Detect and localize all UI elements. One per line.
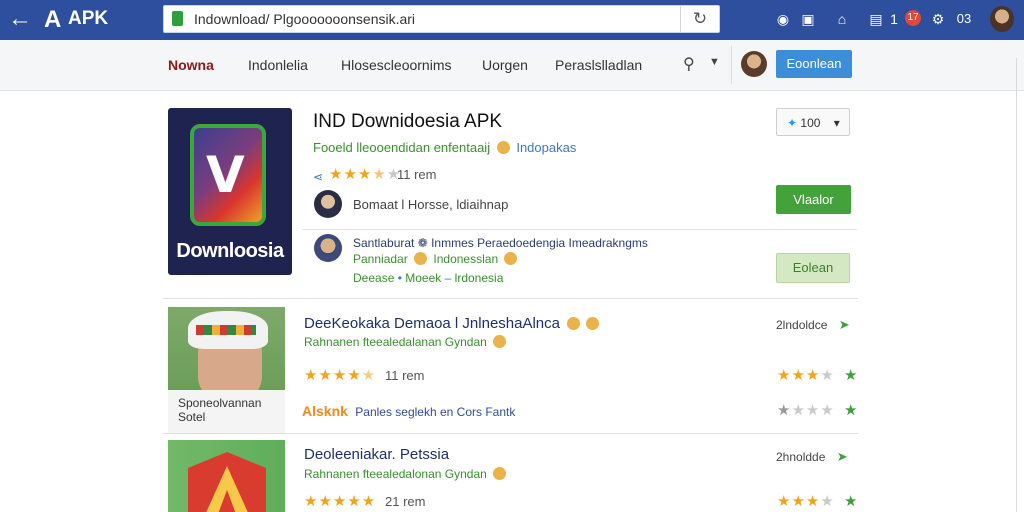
emoji-icon: [567, 317, 581, 330]
list-item-subtitle: Rahnanen fteealedalanan Gyndan: [304, 335, 509, 349]
reload-icon[interactable]: ↻: [680, 6, 719, 32]
promo-tag: Alsknk: [302, 403, 348, 419]
user-avatar[interactable]: [990, 6, 1014, 32]
promo-text: Panles seglekh en Cors Fantk: [355, 405, 516, 419]
review-author: Panniadar: [353, 252, 408, 266]
nav-item-settings[interactable]: Peraslslladlan: [555, 57, 642, 73]
list-item-title-text: DeeKeokaka Demaoa l JnlneshaAlnca: [304, 315, 560, 332]
nav-item-categories[interactable]: Hlosescleoornims: [341, 57, 451, 73]
browser-toolbar: ← A APK Indownload/ Plgooooooonsensik.ar…: [0, 0, 1024, 40]
emoji-icon: [414, 252, 428, 265]
caption-line-1: Sponeolvannan: [178, 396, 262, 410]
list-item-subtitle: Rahnanen fteealedalonan Gyndan: [304, 467, 509, 481]
caption-line-2: Sotel: [178, 410, 206, 424]
side-label-text: 2hnoldde: [776, 450, 826, 464]
favorite-star-icon[interactable]: ★: [844, 367, 858, 384]
review-meta-a: Deease: [353, 271, 395, 285]
address-bar[interactable]: Indownload/ Plgooooooonsensik.ari ↻: [163, 5, 720, 33]
emoji-icon: [496, 141, 510, 154]
hat-band: [196, 325, 256, 335]
promo-rating-stars: ★★★★ ★: [777, 402, 859, 419]
list-item-side-label: 2hnoldde ➤: [776, 449, 848, 465]
list-item-rating-stars: ★★★★★: [304, 367, 377, 384]
screen-icon[interactable]: ▣: [799, 10, 817, 28]
settings-icon[interactable]: ⚙: [930, 10, 946, 28]
app-subtitle: Fooeld lleooendidan enfentaaij Indopakas: [313, 140, 576, 155]
favorite-star-icon[interactable]: ★: [844, 493, 858, 510]
app-publisher[interactable]: Fooeld lleooendidan enfentaaij: [313, 140, 490, 155]
review-line-2: Panniadar Indonesslan: [353, 252, 520, 266]
home-icon[interactable]: ⌂: [833, 10, 851, 28]
nav-item-home[interactable]: Nowna: [168, 57, 214, 73]
search-icon[interactable]: ⚲: [683, 54, 701, 74]
list-item-side-label: 2lndoldce ➤: [776, 317, 850, 333]
app-rating-count: 11 rem: [397, 167, 437, 182]
brand-name: APK: [68, 8, 109, 29]
list-item-subtitle-text: Rahnanen fteealedalanan Gyndan: [304, 335, 487, 349]
review-meta-c: lrdonesia: [454, 271, 504, 285]
side-label-text: 2lndoldce: [776, 318, 828, 332]
share-icon[interactable]: ⋖: [313, 170, 325, 184]
chevron-down-icon[interactable]: ▼: [709, 56, 723, 72]
emoji-icon: [493, 335, 507, 348]
review-line-3: Deease • Moeek – lrdonesia: [353, 271, 504, 285]
nav-divider: [731, 46, 732, 84]
divider: [163, 433, 858, 434]
lock-icon: [172, 11, 183, 26]
emoji-icon: [504, 252, 518, 265]
divider: [302, 229, 857, 230]
thumbnail-caption: Sponeolvannan Sotel: [178, 396, 261, 424]
url-text[interactable]: Indownload/ Plgooooooonsensik.ari: [194, 11, 415, 27]
list-item-rating-count: 11 rem: [385, 368, 425, 383]
app-icon-label: Downloosia: [176, 240, 284, 262]
camera-icon[interactable]: ◉: [775, 10, 791, 28]
app-logo-icon[interactable]: A: [44, 6, 64, 33]
trend-arrow-icon: ➤: [838, 317, 850, 332]
review-location: Indonesslan: [433, 252, 499, 266]
app-category[interactable]: Indopakas: [516, 140, 576, 155]
developer-name[interactable]: Bomaat l Horsse, ldiaihnap: [353, 197, 508, 212]
app-rating-stars: ★★★★★: [329, 166, 402, 183]
list-item-thumbnail[interactable]: [168, 307, 285, 390]
list-item-promo[interactable]: Alsknk Panles seglekh en Cors Fantk: [302, 403, 515, 419]
twitter-bird-icon: ✦: [787, 116, 798, 130]
notification-badge[interactable]: 17: [905, 10, 921, 26]
primary-download-button[interactable]: Eoonlean: [776, 50, 852, 78]
inbox-icon[interactable]: ▤: [868, 10, 884, 28]
divider: [163, 298, 858, 299]
developer-avatar[interactable]: [314, 190, 342, 218]
reviewer-avatar[interactable]: [314, 234, 342, 262]
menu-number-icon[interactable]: 1: [889, 10, 899, 28]
list-item-rating-count: 21 rem: [385, 494, 426, 509]
tweet-button[interactable]: ✦ 100 ▾: [776, 108, 850, 136]
nav-item-indonesia[interactable]: Indonlelia: [248, 57, 308, 73]
v-logo-icon: V: [206, 146, 245, 204]
list-item-thumbnail[interactable]: [168, 440, 285, 512]
toolbar-extra-text[interactable]: 03: [955, 10, 973, 28]
main-nav: Nowna Indonlelia Hlosescleoornims Uorgen…: [0, 40, 1024, 91]
list-item-side-stars: ★★★★ ★: [777, 367, 859, 384]
phone-graphic: V: [190, 124, 266, 226]
trend-arrow-icon: ➤: [836, 449, 848, 464]
chevron-down-icon: ▾: [833, 116, 840, 130]
install-button[interactable]: Vlaalor: [776, 185, 851, 214]
nav-item-games[interactable]: Uorgen: [482, 57, 528, 73]
list-item-rating-stars: ★★★★★: [304, 493, 377, 510]
list-item-subtitle-text: Rahnanen fteealedalonan Gyndan: [304, 467, 487, 481]
app-title: IND Downidoesia APK: [313, 111, 503, 132]
emoji-icon: [493, 467, 507, 480]
content-border: [1016, 58, 1017, 512]
list-item-title[interactable]: Deoleeniakar. Petssia: [304, 446, 449, 463]
back-arrow-icon[interactable]: ←: [8, 7, 36, 31]
list-item-side-stars: ★★★★ ★: [777, 493, 859, 510]
list-item-title[interactable]: DeeKeokaka Demaoa l JnlneshaAlnca: [304, 315, 602, 332]
emoji-icon: [586, 317, 600, 330]
nav-avatar[interactable]: [741, 51, 767, 77]
favorite-star-icon[interactable]: ★: [844, 402, 858, 419]
open-button[interactable]: Eolean: [776, 253, 850, 283]
review-meta-b: Moeek: [405, 271, 442, 285]
app-icon[interactable]: V Downloosia: [168, 108, 292, 275]
tweet-count: 100: [800, 116, 821, 130]
review-line-1: Santlaburat ❁ Inmmes Peraedoedengia Imea…: [353, 236, 648, 250]
